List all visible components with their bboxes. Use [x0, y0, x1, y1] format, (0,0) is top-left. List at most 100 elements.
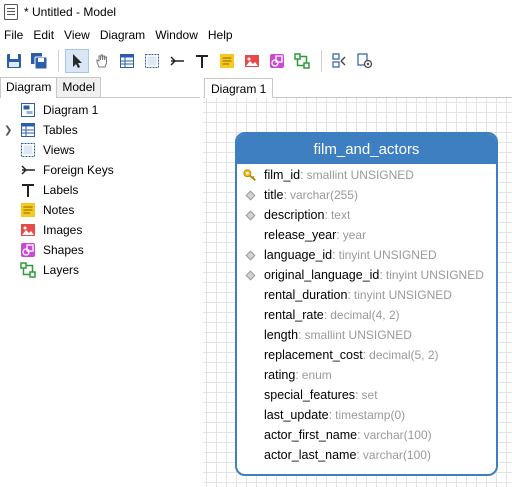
column-name: release_year	[264, 228, 337, 242]
toolbar	[0, 46, 512, 76]
tree-item-notes[interactable]: Notes	[0, 200, 200, 220]
window-title: * Untitled - Model	[24, 5, 117, 19]
tree-item-layers[interactable]: Layers	[0, 260, 200, 280]
settings-button[interactable]	[353, 49, 377, 73]
column-type: year	[342, 228, 367, 242]
column-type: tinyint UNSIGNED	[338, 248, 437, 262]
generate-sql-icon	[332, 53, 346, 68]
column-name: special_features	[264, 388, 356, 402]
layer-icon	[20, 262, 36, 278]
column-name: rental_duration	[264, 288, 348, 302]
pointer-tool-button[interactable]	[65, 49, 89, 73]
column-spacer	[243, 368, 257, 382]
column-separator: :	[300, 168, 304, 182]
column-spacer	[243, 348, 257, 362]
tree-item-label: Labels	[43, 183, 79, 197]
tree-item-label: Diagram 1	[43, 103, 99, 117]
menu-file[interactable]: File	[0, 24, 28, 46]
tree-item-label: Notes	[43, 203, 75, 217]
shape-icon	[20, 242, 36, 258]
image-icon	[20, 222, 36, 238]
tab-diagram-1[interactable]: Diagram 1	[204, 78, 274, 99]
tab-diagram[interactable]: Diagram	[0, 77, 58, 98]
tree-item-shapes[interactable]: Shapes	[0, 240, 200, 260]
tree-item-label: Views	[43, 143, 75, 157]
tree-item-diagram-1[interactable]: Diagram 1	[0, 100, 200, 120]
column-separator: :	[295, 368, 299, 382]
column-name: original_language_id	[264, 268, 380, 282]
menu-diagram[interactable]: Diagram	[95, 24, 150, 46]
generate-sql-button[interactable]	[328, 49, 352, 73]
tree-item-views[interactable]: Views	[0, 140, 200, 160]
entity-column-row[interactable]: language_id: tinyint UNSIGNED	[237, 245, 496, 265]
menu-help[interactable]: Help	[203, 24, 238, 46]
index-marker-icon	[243, 208, 257, 222]
add-layer-button[interactable]	[290, 49, 314, 73]
save-icon	[7, 54, 21, 68]
index-marker-icon	[243, 248, 257, 262]
column-spacer	[243, 428, 257, 442]
menu-view[interactable]: View	[59, 24, 95, 46]
entity-column-row[interactable]: rating: enum	[237, 365, 496, 385]
entity-column-row[interactable]: film_id: smallint UNSIGNED	[237, 165, 496, 185]
add-shape-button[interactable]	[265, 49, 289, 73]
tree-item-label: Foreign Keys	[43, 163, 114, 177]
menu-edit[interactable]: Edit	[28, 24, 59, 46]
entity-column-row[interactable]: rental_duration: tinyint UNSIGNED	[237, 285, 496, 305]
menu-window[interactable]: Window	[150, 24, 203, 46]
primary-key-icon	[243, 168, 257, 182]
column-separator: :	[298, 328, 302, 342]
add-label-button[interactable]	[190, 49, 214, 73]
tab-model[interactable]: Model	[56, 77, 102, 97]
entity-column-row[interactable]: actor_first_name: varchar(100)	[237, 425, 496, 445]
column-name: actor_last_name	[264, 448, 357, 462]
toolbar-separator	[58, 50, 59, 72]
column-separator: :	[357, 428, 361, 442]
column-spacer	[243, 448, 257, 462]
add-view-button[interactable]	[140, 49, 164, 73]
table-icon	[120, 54, 134, 68]
save-button[interactable]	[2, 49, 26, 73]
entity-column-row[interactable]: last_update: timestamp(0)	[237, 405, 496, 425]
add-table-button[interactable]	[115, 49, 139, 73]
entity-column-row[interactable]: rental_rate: decimal(4, 2)	[237, 305, 496, 325]
column-name: rental_rate	[264, 308, 324, 322]
chevron-right-icon[interactable]: ❯	[4, 125, 12, 136]
menu-bar: File Edit View Diagram Window Help	[0, 24, 512, 46]
column-separator: :	[356, 448, 360, 462]
tree-item-label: Shapes	[43, 243, 84, 257]
entity-column-row[interactable]: special_features: set	[237, 385, 496, 405]
entity-column-row[interactable]: description: text	[237, 205, 496, 225]
column-type: smallint UNSIGNED	[306, 168, 414, 182]
tree-item-images[interactable]: Images	[0, 220, 200, 240]
layer-icon	[294, 53, 310, 69]
add-foreign-key-button[interactable]	[165, 49, 189, 73]
save-all-button[interactable]	[27, 49, 51, 73]
tree-item-tables[interactable]: ❯ Tables	[0, 120, 200, 140]
entity-column-row[interactable]: replacement_cost: decimal(5, 2)	[237, 345, 496, 365]
column-type: decimal(5, 2)	[369, 348, 439, 362]
hand-tool-button[interactable]	[90, 49, 114, 73]
tree-item-foreign-keys[interactable]: Foreign Keys	[0, 160, 200, 180]
entity-column-row[interactable]: original_language_id: tinyint UNSIGNED	[237, 265, 496, 285]
column-separator: :	[283, 188, 287, 202]
column-name: film_id	[264, 168, 301, 182]
column-name: rating	[264, 368, 296, 382]
tree-item-labels[interactable]: Labels	[0, 180, 200, 200]
entity-column-row[interactable]: length: smallint UNSIGNED	[237, 325, 496, 345]
foreign-key-icon	[170, 56, 184, 66]
note-icon	[220, 54, 234, 68]
diagram-canvas[interactable]: film_and_actors film_id: smallint UNSIGNE…	[203, 98, 512, 487]
add-image-button[interactable]	[240, 49, 264, 73]
entity-column-row[interactable]: title: varchar(255)	[237, 185, 496, 205]
title-bar: * Untitled - Model	[0, 0, 512, 24]
entity-film-and-actors[interactable]: film_and_actors film_id: smallint UNSIGNE…	[235, 132, 498, 476]
entity-column-row[interactable]: actor_last_name: varchar(100)	[237, 445, 496, 465]
image-icon	[245, 55, 259, 67]
index-marker-icon	[243, 268, 257, 282]
add-note-button[interactable]	[215, 49, 239, 73]
pointer-icon	[73, 54, 82, 68]
column-type: smallint UNSIGNED	[304, 328, 412, 342]
column-type: varchar(100)	[362, 448, 431, 462]
entity-column-row[interactable]: release_year: year	[237, 225, 496, 245]
